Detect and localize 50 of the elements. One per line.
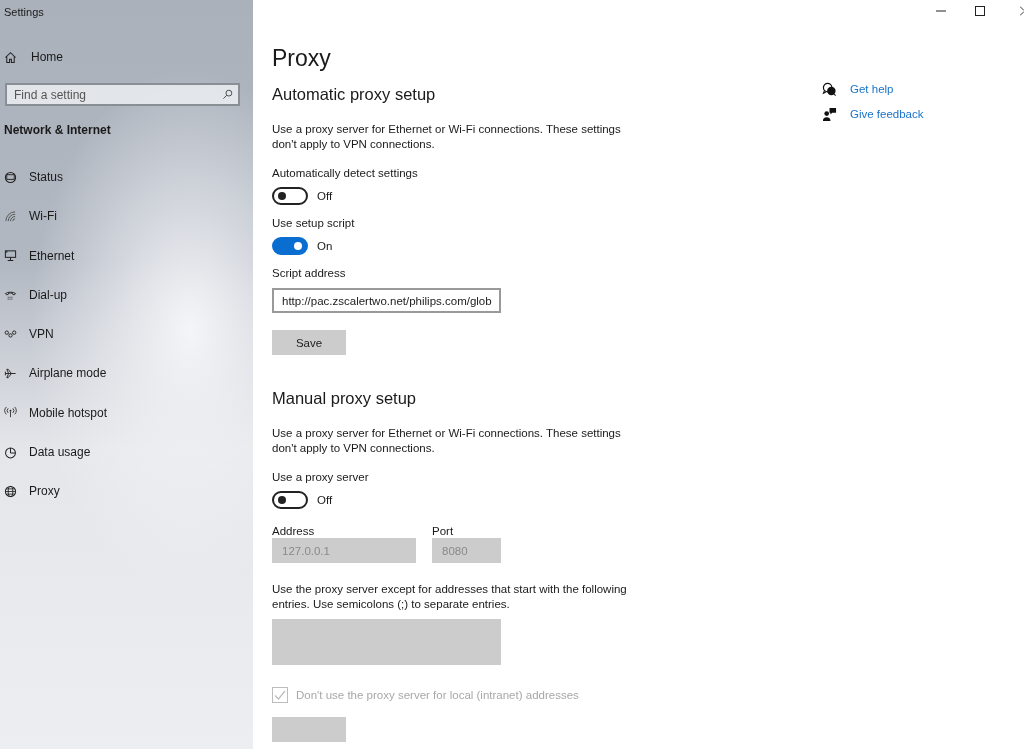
sidebar-item[interactable]: Airplane mode bbox=[0, 363, 107, 384]
maximize-icon[interactable] bbox=[975, 6, 985, 16]
antenna-icon bbox=[4, 406, 17, 420]
toggle-switch[interactable] bbox=[272, 237, 308, 255]
search-field[interactable]: Find a setting bbox=[5, 83, 240, 106]
save-button[interactable]: Save bbox=[272, 330, 346, 355]
sidebar-item[interactable]: VPN bbox=[0, 324, 54, 345]
help-icon bbox=[822, 81, 837, 97]
toggle-state: On bbox=[317, 240, 333, 252]
field-label: Port bbox=[432, 524, 455, 538]
checkbox-label: Don't use the proxy server for local (intranet) addresses bbox=[296, 689, 579, 701]
sidebar-item[interactable]: Wi-Fi bbox=[0, 206, 57, 227]
close-icon[interactable] bbox=[1020, 6, 1024, 16]
home-icon bbox=[4, 50, 17, 64]
sidebar-item[interactable]: Status bbox=[0, 167, 64, 187]
sidebar-item[interactable]: Ethernet bbox=[0, 245, 75, 266]
toggle-state: Off bbox=[317, 190, 333, 202]
page-title: Proxy bbox=[272, 44, 332, 72]
section-description: Use a proxy server for Ethernet or Wi-Fi connections. These settings don't apply to VPN connections. bbox=[272, 426, 622, 456]
section-description: Use a proxy server for Ethernet or Wi-Fi connections. These settings don't apply to VPN connections. bbox=[272, 122, 622, 152]
airplane-icon bbox=[4, 367, 17, 380]
globe-icon bbox=[4, 484, 17, 498]
setting-label: Automatically detect settings bbox=[272, 166, 419, 181]
sidebar-item[interactable]: Dial-up bbox=[0, 284, 67, 305]
toggle-state: Off bbox=[317, 494, 333, 506]
home-link[interactable]: Home bbox=[0, 47, 63, 67]
section-heading: Network & Internet bbox=[4, 123, 112, 137]
exceptions-description: Use the proxy server except for addresses that start with the following entries. Use semicolons (;) to separate entries. bbox=[272, 582, 628, 612]
link-icon bbox=[4, 327, 17, 341]
help-link[interactable]: Get help bbox=[850, 81, 894, 97]
sidebar-item[interactable]: Data usage bbox=[0, 442, 91, 463]
monitor-icon bbox=[4, 249, 17, 263]
sidebar-item[interactable]: Proxy bbox=[0, 481, 60, 502]
section-heading: Manual proxy setup bbox=[272, 388, 417, 409]
pie-chart-icon bbox=[4, 445, 17, 459]
section-heading: Automatic proxy setup bbox=[272, 84, 437, 105]
field-label: Address bbox=[272, 524, 316, 538]
window-title: Settings bbox=[3, 5, 45, 20]
toggle-switch[interactable] bbox=[272, 187, 308, 205]
setting-label: Use setup script bbox=[272, 216, 356, 231]
sidebar-item[interactable]: Mobile hotspot bbox=[0, 402, 108, 423]
globe-monitor-icon bbox=[4, 170, 17, 184]
search-icon bbox=[222, 89, 233, 100]
setting-label: Use a proxy server bbox=[272, 470, 370, 485]
help-link[interactable]: Give feedback bbox=[850, 106, 924, 122]
script-address-field[interactable]: http://pac.zscalertwo.net/philips.com/glob bbox=[272, 288, 501, 313]
toggle-switch[interactable] bbox=[272, 491, 308, 509]
feedback-icon bbox=[822, 106, 837, 122]
field-label: Script address bbox=[272, 266, 347, 281]
wifi-icon bbox=[4, 209, 17, 223]
